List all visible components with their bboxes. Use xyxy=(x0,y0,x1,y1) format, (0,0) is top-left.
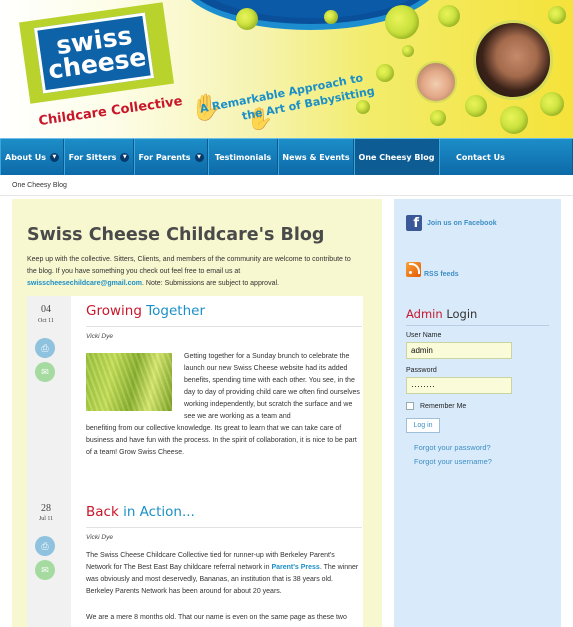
post-title[interactable]: Back in Action... xyxy=(86,504,195,520)
post-date-column: 04 Oct 11 ⎙ ✉ xyxy=(27,296,71,496)
remember-label: Remember Me xyxy=(420,402,467,410)
nav-label: About Us xyxy=(5,152,46,162)
cheese-hole-dot xyxy=(500,106,528,134)
email-link[interactable]: swisscheesechildcare@gmail.com xyxy=(27,280,142,287)
sidebar: f Join us on Facebook RSS feeds Admin Lo… xyxy=(394,199,561,627)
blog-intro: Keep up with the collective. Sitters, Cl… xyxy=(27,254,357,290)
main-nav: About Us ▼ For Sitters ▼ For Parents ▼ T… xyxy=(0,138,573,175)
cheese-hole-dot xyxy=(465,95,487,117)
nav-for-sitters[interactable]: For Sitters ▼ xyxy=(64,139,134,175)
forgot-password-link[interactable]: Forgot your password? xyxy=(414,443,491,452)
nav-news-events[interactable]: News & Events xyxy=(278,139,354,175)
divider xyxy=(86,527,362,528)
post-author: Vicki Dye xyxy=(86,534,113,541)
nav-about-us[interactable]: About Us ▼ xyxy=(0,139,64,175)
page-title: Swiss Cheese Childcare's Blog xyxy=(27,225,325,245)
login-heading-word-2: Login xyxy=(446,307,478,321)
cheese-hole-dot xyxy=(438,5,460,27)
nav-label: Testimonials xyxy=(214,152,272,162)
cheese-hole-dot xyxy=(540,92,564,116)
print-icon[interactable]: ⎙ xyxy=(35,338,55,358)
chevron-down-icon[interactable]: ▼ xyxy=(120,152,130,162)
cheese-hole-dot xyxy=(385,5,419,39)
chevron-down-icon[interactable]: ▼ xyxy=(49,152,59,162)
parents-press-link[interactable]: Parent's Press xyxy=(271,564,319,571)
post-body: Getting together for a Sunday brunch to … xyxy=(184,353,360,420)
baby-photo xyxy=(415,61,457,103)
nav-label: One Cheesy Blog xyxy=(358,152,435,162)
rss-link[interactable]: RSS feeds xyxy=(424,271,459,278)
cheese-hole-dot xyxy=(548,6,566,24)
password-label: Password xyxy=(406,367,437,374)
breadcrumb: One Cheesy Blog xyxy=(12,182,67,189)
post-title-word-1: Back xyxy=(86,504,119,520)
nav-label: News & Events xyxy=(282,152,350,162)
post-title-word-1: Growing xyxy=(86,303,142,319)
nav-label: Contact Us xyxy=(456,152,505,162)
chevron-down-icon[interactable]: ▼ xyxy=(194,152,204,162)
post-body-continued: We are a mere 8 months old. That our nam… xyxy=(86,614,347,621)
post-title-word-2: in Action... xyxy=(123,504,195,520)
password-field[interactable]: ········ xyxy=(406,377,512,394)
login-heading-word-1: Admin xyxy=(406,307,443,321)
cheese-hole-dot xyxy=(324,10,338,24)
nav-one-cheesy-blog[interactable]: One Cheesy Blog xyxy=(354,139,439,175)
woman-photo xyxy=(473,20,553,100)
cheese-hole-dot xyxy=(430,110,446,126)
cheese-hole-dot xyxy=(376,64,394,82)
cheese-hole-dot xyxy=(236,8,258,30)
login-heading: Admin Login xyxy=(406,307,477,321)
post-author: Vicki Dye xyxy=(86,333,113,340)
post-date-column: 28 Jul 11 ⎙ ✉ xyxy=(27,496,71,627)
email-icon[interactable]: ✉ xyxy=(35,560,55,580)
remember-me[interactable]: Remember Me xyxy=(406,402,466,410)
username-field[interactable] xyxy=(406,342,512,359)
site-header: swiss cheese Childcare Collective ✋ ✋ A … xyxy=(0,0,573,138)
nav-label: For Parents xyxy=(138,152,191,162)
facebook-link[interactable]: Join us on Facebook xyxy=(427,220,497,227)
divider xyxy=(86,326,362,327)
login-button[interactable]: Log in xyxy=(406,418,440,433)
post-day: 28 xyxy=(41,503,51,514)
nav-testimonials[interactable]: Testimonials xyxy=(208,139,278,175)
post-month: Oct 11 xyxy=(38,318,54,324)
divider xyxy=(0,195,573,196)
main-content: Swiss Cheese Childcare's Blog Keep up wi… xyxy=(12,199,382,627)
post-month: Jul 11 xyxy=(38,516,54,522)
remember-checkbox[interactable] xyxy=(406,402,414,410)
nav-contact-us[interactable]: Contact Us xyxy=(439,139,573,175)
nav-for-parents[interactable]: For Parents ▼ xyxy=(134,139,208,175)
username-label: User Name xyxy=(406,332,442,339)
blog-post: 04 Oct 11 ⎙ ✉ Growing Together Vicki Dye… xyxy=(27,296,363,496)
post-title-word-2: Together xyxy=(146,303,205,319)
cheese-hole-dot xyxy=(402,45,414,57)
tagline: A Remarkable Approach to the Art of Baby… xyxy=(199,70,376,132)
post-body: The Swiss Cheese Childcare Collective ti… xyxy=(86,550,362,598)
divider xyxy=(406,325,549,326)
intro-note: . Note: Submissions are subject to appro… xyxy=(142,280,279,287)
nav-label: For Sitters xyxy=(68,152,117,162)
post-image xyxy=(86,353,172,411)
forgot-username-link[interactable]: Forgot your username? xyxy=(414,457,492,466)
rss-icon[interactable] xyxy=(406,262,421,277)
intro-text: Keep up with the collective. Sitters, Cl… xyxy=(27,256,351,275)
post-body-continued: benefiting from our collective knowledge… xyxy=(86,425,357,456)
post-day: 04 xyxy=(41,304,51,315)
blog-post: 28 Jul 11 ⎙ ✉ Back in Action... Vicki Dy… xyxy=(27,496,363,627)
facebook-icon[interactable]: f xyxy=(406,215,422,231)
post-title[interactable]: Growing Together xyxy=(86,303,205,319)
email-icon[interactable]: ✉ xyxy=(35,362,55,382)
print-icon[interactable]: ⎙ xyxy=(35,536,55,556)
